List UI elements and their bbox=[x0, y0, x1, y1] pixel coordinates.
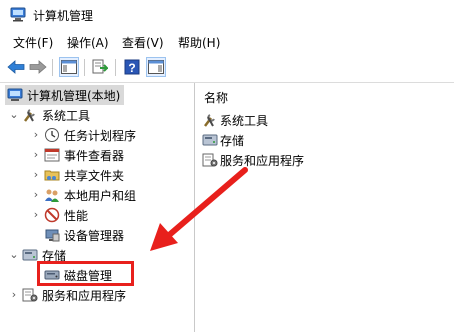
system-tools-icon bbox=[22, 107, 38, 123]
storage-icon bbox=[22, 247, 38, 263]
toolbar: ? bbox=[0, 53, 454, 83]
tree-item-label: 服务和应用程序 bbox=[42, 288, 127, 303]
chevron-right-icon[interactable]: › bbox=[30, 169, 42, 181]
tree-item-label: 事件查看器 bbox=[64, 148, 125, 163]
tree-item-label: 共享文件夹 bbox=[64, 168, 125, 183]
show-hide-action-pane-icon[interactable] bbox=[146, 57, 166, 77]
tree-item-label: 计算机管理(本地) bbox=[27, 88, 121, 103]
chevron-right-icon[interactable]: › bbox=[30, 209, 42, 221]
forward-arrow-icon[interactable] bbox=[28, 57, 48, 77]
column-header-name[interactable]: 名称 bbox=[204, 89, 228, 106]
chevron-right-icon[interactable]: › bbox=[8, 289, 20, 301]
list-item-label: 服务和应用程序 bbox=[220, 153, 305, 168]
svg-text:?: ? bbox=[128, 61, 135, 75]
chevron-right-icon[interactable]: › bbox=[30, 149, 42, 161]
computer-management-icon bbox=[10, 7, 26, 22]
toolbar-separator bbox=[115, 59, 116, 76]
performance-icon bbox=[44, 207, 60, 223]
system-tools-icon bbox=[202, 112, 218, 128]
show-hide-console-tree-icon[interactable] bbox=[59, 57, 79, 77]
chevron-down-icon[interactable]: ⌄ bbox=[8, 109, 20, 121]
tree-item-performance[interactable]: › 性能 bbox=[30, 205, 88, 225]
menu-file[interactable]: 文件(F) bbox=[13, 34, 53, 51]
list-item-label: 系统工具 bbox=[220, 113, 269, 128]
tree-item-label: 本地用户和组 bbox=[64, 188, 137, 203]
tree-item-system-tools[interactable]: ⌄ 系统工具 bbox=[8, 105, 90, 125]
menu-help[interactable]: 帮助(H) bbox=[178, 34, 220, 51]
window-title: 计算机管理 bbox=[33, 9, 94, 23]
tree-item-local-users-groups[interactable]: › 本地用户和组 bbox=[30, 185, 136, 205]
task-scheduler-icon bbox=[44, 127, 60, 143]
toolbar-separator bbox=[52, 59, 53, 76]
tree-item-shared-folders[interactable]: › 共享文件夹 bbox=[30, 165, 124, 185]
tree-item-event-viewer[interactable]: › 事件查看器 bbox=[30, 145, 124, 165]
details-pane: 名称 系统工具 存储 服务和应用程序 bbox=[196, 83, 454, 332]
toolbar-separator bbox=[84, 59, 85, 76]
list-item-services-applications[interactable]: 服务和应用程序 bbox=[202, 151, 304, 169]
tree-item-device-manager[interactable]: 设备管理器 bbox=[42, 225, 124, 245]
menu-bar: 文件(F) 操作(A) 查看(V) 帮助(H) bbox=[0, 30, 454, 53]
tree-item-task-scheduler[interactable]: › 任务计划程序 bbox=[30, 125, 136, 145]
tree-item-label: 任务计划程序 bbox=[64, 128, 137, 143]
export-list-icon[interactable] bbox=[90, 57, 110, 77]
services-applications-icon bbox=[202, 152, 218, 168]
back-arrow-icon[interactable] bbox=[6, 57, 26, 77]
shared-folder-icon bbox=[44, 167, 60, 183]
services-applications-icon bbox=[22, 287, 38, 303]
users-group-icon bbox=[44, 187, 60, 203]
menu-view[interactable]: 查看(V) bbox=[122, 34, 164, 51]
event-viewer-icon bbox=[44, 147, 60, 163]
tree-item-computer-management-local[interactable]: 计算机管理(本地) bbox=[5, 85, 125, 105]
computer-management-icon bbox=[7, 87, 23, 103]
list-item-system-tools[interactable]: 系统工具 bbox=[202, 111, 268, 129]
disk-management-highlight bbox=[37, 261, 134, 286]
chevron-right-icon[interactable]: › bbox=[30, 129, 42, 141]
menu-action[interactable]: 操作(A) bbox=[67, 34, 109, 51]
tree-item-label: 设备管理器 bbox=[64, 228, 125, 243]
tree-item-services-applications[interactable]: › 服务和应用程序 bbox=[8, 285, 126, 305]
device-manager-icon bbox=[44, 227, 60, 243]
list-item-label: 存储 bbox=[220, 133, 245, 148]
chevron-down-icon[interactable]: ⌄ bbox=[8, 249, 20, 261]
help-icon[interactable]: ? bbox=[122, 57, 142, 77]
chevron-right-icon[interactable]: › bbox=[30, 189, 42, 201]
tree-item-label: 性能 bbox=[64, 208, 89, 223]
storage-icon bbox=[202, 132, 218, 148]
console-tree: 计算机管理(本地) ⌄ 系统工具 › 任务计划程序 › 事件查看器 › 共享文件… bbox=[0, 83, 195, 332]
list-item-storage[interactable]: 存储 bbox=[202, 131, 244, 149]
tree-item-label: 系统工具 bbox=[42, 108, 91, 123]
title-bar: 计算机管理 bbox=[0, 0, 454, 30]
